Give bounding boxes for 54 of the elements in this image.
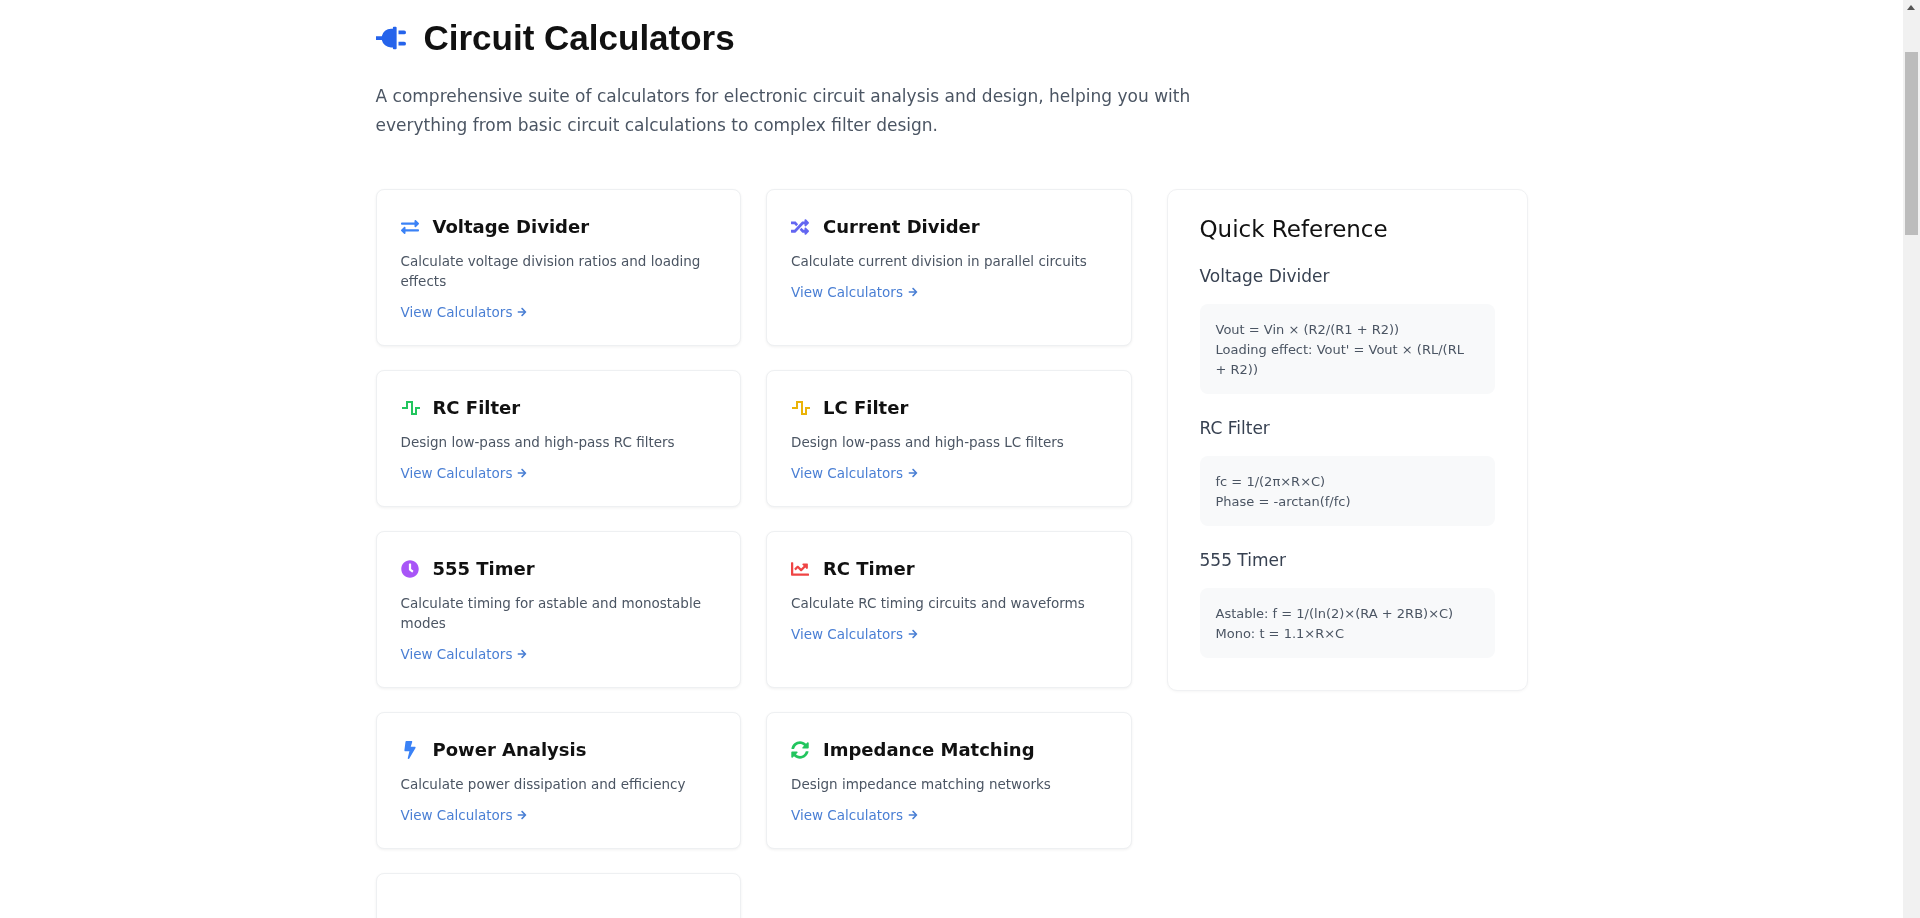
arrow-right-icon (907, 287, 918, 297)
section-title: 555 Timer (1199, 550, 1287, 570)
page-description: A comprehensive suite of calculators for electronic circuit analysis and design, helping you with everything from basic circuit calculations to complex filter design. (375, 85, 1192, 137)
arrow-right-icon (907, 468, 918, 478)
formula-line: fc = 1/(2π×R×C) (1215, 473, 1327, 491)
formula-line: Mono: t = 1.1×R×C (1215, 625, 1346, 643)
clock-icon (400, 559, 419, 578)
formula-line: Astable: f = 1/(ln(2)×(RA + 2RB)×C) (1215, 605, 1455, 623)
card-title: Power Analysis (432, 739, 587, 760)
card-description: Calculate RC timing circuits and waveforms (791, 594, 1086, 613)
card-title: RC Timer (823, 558, 915, 579)
shuffle-icon (791, 217, 809, 236)
section-title: RC Filter (1199, 418, 1271, 438)
scrollbar[interactable] (1903, 0, 1920, 918)
view-calculators-link[interactable]: View Calculators (791, 626, 918, 642)
square-wave-icon (791, 398, 811, 417)
arrow-right-icon (907, 810, 918, 820)
refresh-icon (791, 740, 809, 759)
section-title: Voltage Divider (1199, 266, 1331, 286)
arrow-right-icon (517, 649, 528, 659)
square-wave-icon (400, 398, 421, 417)
panel-title: Quick Reference (1199, 216, 1389, 242)
arrow-right-icon (517, 307, 528, 317)
formula-line: Phase = -arctan(f/fc) (1215, 493, 1352, 511)
card-description: Calculate voltage division ratios and loading effects (400, 252, 702, 291)
card-title: Voltage Divider (432, 216, 590, 237)
view-calculators-link[interactable]: View Calculators (400, 304, 528, 320)
view-calculators-link[interactable]: View Calculators (400, 807, 528, 823)
card-description: Calculate current division in parallel circuits (791, 252, 1088, 271)
view-calculators-link[interactable]: View Calculators (791, 465, 918, 481)
card-description: Calculate power dissipation and efficiency (400, 775, 687, 794)
page-title: Circuit Calculators (423, 18, 735, 58)
view-calculators-link[interactable]: View Calculators (400, 646, 528, 662)
card-title: 555 Timer (432, 558, 535, 579)
formula-line: Loading effect: Vout' = Vout × (RL/(RL + R2)) (1215, 341, 1465, 379)
card-description: Design impedance matching networks (791, 775, 1052, 794)
card-title: LC Filter (823, 397, 909, 418)
view-calculators-link[interactable]: View Calculators (791, 284, 918, 300)
card-title: Current Divider (823, 216, 980, 237)
arrow-right-icon (517, 468, 528, 478)
line-chart-icon (791, 559, 809, 578)
card-description: Calculate timing for astable and monostable modes (400, 594, 702, 633)
arrow-right-icon (517, 810, 528, 820)
card-title: RC Filter (432, 397, 521, 418)
card-description: Design low-pass and high-pass RC filters (400, 433, 676, 452)
card-title: Impedance Matching (823, 739, 1035, 760)
formula-line: Vout = Vin × (R2/(R1 + R2)) (1215, 321, 1401, 339)
card-description: Design low-pass and high-pass LC filters (791, 433, 1065, 452)
view-calculators-link[interactable]: View Calculators (400, 465, 528, 481)
view-calculators-link[interactable]: View Calculators (791, 807, 918, 823)
exchange-arrows-icon (400, 217, 419, 236)
scroll-up-icon[interactable] (1907, 5, 1915, 10)
arrow-right-icon (907, 629, 918, 639)
scrollbar-thumb[interactable] (1905, 52, 1918, 235)
